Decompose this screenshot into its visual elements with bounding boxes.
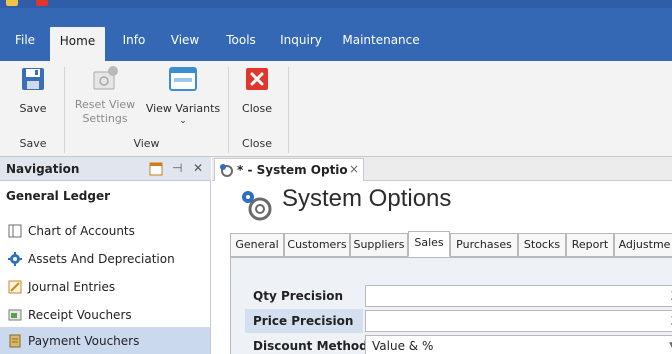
navigation-title: Navigation bbox=[6, 162, 80, 176]
pencil-icon bbox=[8, 280, 22, 294]
system-options-large-icon bbox=[242, 191, 272, 221]
navigation-header: Navigation ⊣ ✕ bbox=[0, 157, 211, 181]
tab-view[interactable]: View bbox=[165, 25, 205, 61]
qty-precision-input[interactable]: 3 bbox=[365, 285, 672, 307]
nav-group-title: General Ledger bbox=[6, 189, 110, 203]
nav-item-journal-entries[interactable]: Journal Entries bbox=[0, 273, 210, 301]
tab-info[interactable]: Info bbox=[117, 25, 151, 61]
subtab-suppliers[interactable]: Suppliers bbox=[350, 233, 408, 257]
discount-method-label: Discount Method bbox=[253, 339, 368, 353]
nav-item-chart-of-accounts[interactable]: Chart of Accounts bbox=[0, 217, 210, 245]
sales-options-panel: Qty Precision 3 Price Precision 3 Discou… bbox=[230, 257, 672, 354]
tab-inquiry[interactable]: Inquiry bbox=[276, 25, 326, 61]
quick-access-undo-icon[interactable] bbox=[36, 0, 48, 6]
pin-icon[interactable]: ⊣ bbox=[172, 161, 182, 175]
group-separator bbox=[64, 67, 65, 153]
document-tab-system-options[interactable]: * - System Optio × bbox=[214, 158, 364, 181]
payment-icon bbox=[9, 334, 21, 348]
title-bar bbox=[0, 0, 672, 8]
price-precision-input[interactable]: 3 bbox=[365, 310, 672, 332]
navigation-close-icon[interactable]: ✕ bbox=[193, 161, 203, 175]
chevron-down-icon: ⌄ bbox=[179, 116, 187, 126]
page-title: System Options bbox=[282, 185, 452, 212]
field-row-price-precision: Price Precision 3 bbox=[245, 309, 672, 333]
gear-icon bbox=[8, 252, 22, 266]
nav-item-receipt-vouchers[interactable]: Receipt Vouchers bbox=[0, 301, 210, 329]
document-tab-close-icon[interactable]: × bbox=[349, 162, 359, 176]
ribbon-tab-bar: File Home Info View Tools Inquiry Mainte… bbox=[0, 8, 672, 61]
main-content: System Options General Customers Supplie… bbox=[212, 181, 672, 354]
ribbon: Save Save Reset View Settings View Varia… bbox=[0, 61, 672, 157]
ledger-book-icon bbox=[8, 224, 22, 238]
subtab-adjustments[interactable]: Adjustme bbox=[614, 233, 672, 257]
tab-tools[interactable]: Tools bbox=[221, 25, 261, 61]
nav-item-payment-vouchers[interactable]: Payment Vouchers bbox=[0, 327, 210, 354]
subtab-general[interactable]: General bbox=[230, 233, 284, 257]
subtab-purchases[interactable]: Purchases bbox=[450, 233, 518, 257]
field-row-qty-precision: Qty Precision 3 bbox=[245, 284, 672, 308]
group-label-view: View bbox=[133, 137, 160, 150]
reset-view-icon bbox=[93, 66, 118, 90]
price-precision-label: Price Precision bbox=[253, 314, 354, 328]
view-variants-icon bbox=[169, 67, 197, 91]
save-button[interactable]: Save bbox=[8, 61, 58, 131]
panel-layout-icon[interactable] bbox=[149, 162, 163, 176]
options-sub-tabs: General Customers Suppliers Sales Purcha… bbox=[230, 231, 672, 257]
view-variants-button[interactable]: View Variants ⌄ bbox=[143, 61, 223, 131]
reset-view-settings-button[interactable]: Reset View Settings bbox=[70, 61, 140, 131]
nav-item-assets-and-depreciation[interactable]: Assets And Depreciation bbox=[0, 245, 210, 273]
tab-home[interactable]: Home bbox=[50, 27, 105, 61]
tab-maintenance[interactable]: Maintenance bbox=[341, 25, 421, 61]
subtab-stocks[interactable]: Stocks bbox=[518, 233, 566, 257]
field-row-discount-method: Discount Method Value & % ▼ bbox=[245, 334, 672, 354]
floppy-disk-icon bbox=[22, 68, 44, 90]
group-label-save: Save bbox=[19, 137, 47, 150]
group-label-close: Close bbox=[242, 137, 272, 150]
qty-precision-label: Qty Precision bbox=[253, 289, 344, 303]
close-icon bbox=[246, 68, 268, 90]
subtab-report[interactable]: Report bbox=[566, 233, 614, 257]
group-separator bbox=[288, 67, 289, 153]
subtab-sales[interactable]: Sales bbox=[408, 231, 450, 257]
close-button[interactable]: Close bbox=[232, 61, 282, 131]
document-tab-strip: * - System Optio × bbox=[212, 157, 672, 181]
quick-access-save-icon[interactable] bbox=[6, 0, 18, 6]
receipt-icon bbox=[8, 309, 22, 321]
tab-file[interactable]: File bbox=[10, 25, 40, 61]
system-options-icon bbox=[220, 164, 233, 177]
subtab-customers[interactable]: Customers bbox=[284, 233, 350, 257]
group-separator bbox=[228, 67, 229, 153]
navigation-pane: General Ledger Chart of Accounts Assets … bbox=[0, 181, 211, 354]
discount-method-select[interactable]: Value & % ▼ bbox=[365, 335, 672, 354]
